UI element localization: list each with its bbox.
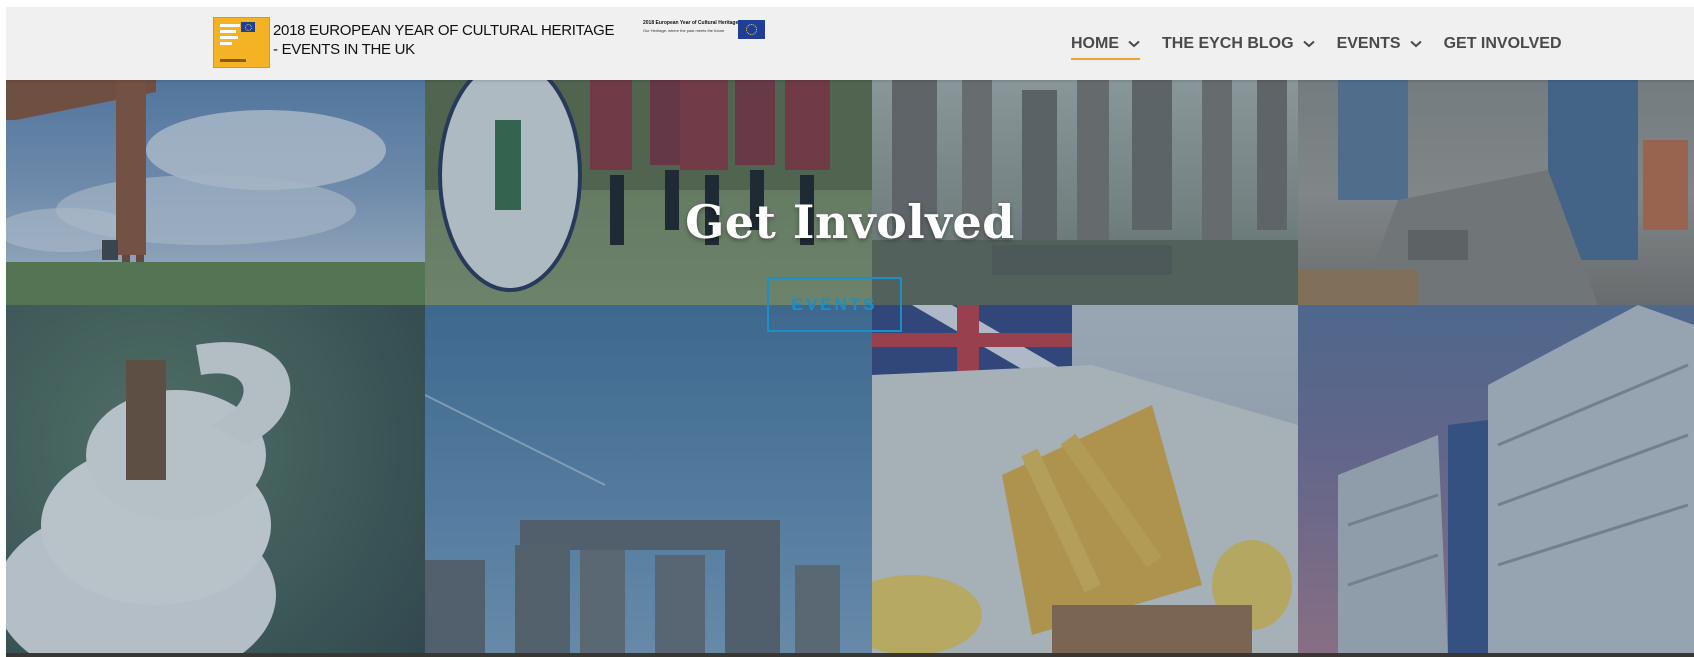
- chevron-down-icon: [1302, 40, 1315, 47]
- hero-image-grid: [6, 80, 1694, 657]
- eych-logo[interactable]: [213, 17, 270, 68]
- nav-item-get-involved[interactable]: GET INVOLVED: [1444, 7, 1562, 80]
- dig-site-photo: [1298, 80, 1694, 305]
- hero-bottom-edge: [6, 653, 1694, 657]
- chevron-down-icon: [1409, 40, 1422, 47]
- eych-banner-logo: 2018 European Year of Cultural Heritage …: [643, 20, 765, 42]
- pipe-band-photo: [425, 80, 872, 305]
- nav-item-events[interactable]: EVENTS: [1337, 7, 1422, 80]
- logo-tag: [220, 59, 246, 62]
- site-title[interactable]: 2018 EUROPEAN YEAR OF CULTURAL HERITAGE …: [273, 21, 615, 59]
- site-title-line-2: - EVENTS IN THE UK: [273, 41, 415, 58]
- logo-lettering: [220, 24, 240, 48]
- fish-and-chips-photo: [872, 305, 1298, 657]
- site-title-line-1: 2018 EUROPEAN YEAR OF CULTURAL HERITAGE: [273, 22, 615, 39]
- banner-logo-title: 2018 European Year of Cultural Heritage: [643, 20, 739, 26]
- banner-logo-tagline: Our Heritage: where the past meets the f…: [643, 28, 725, 33]
- angel-of-the-north-photo: [6, 80, 425, 305]
- titanic-belfast-photo: [1298, 305, 1694, 657]
- ice-cream-photo: [6, 305, 425, 657]
- main-nav: HOME THE EYCH BLOG EVENTS GET INVOLVED: [1071, 7, 1562, 80]
- page-frame: Get Involved EVENTS 2018 EUROPEAN YEAR O…: [6, 7, 1694, 657]
- nav-item-eych-blog[interactable]: THE EYCH BLOG: [1162, 7, 1315, 80]
- abbey-ruins-photo: [872, 80, 1298, 305]
- eu-flag-icon: [738, 20, 765, 39]
- events-button[interactable]: EVENTS: [767, 277, 902, 332]
- chevron-down-icon: [1128, 40, 1140, 47]
- site-header: 2018 EUROPEAN YEAR OF CULTURAL HERITAGE …: [6, 7, 1694, 80]
- nav-item-home[interactable]: HOME: [1071, 7, 1140, 80]
- eu-flag-icon: [241, 22, 255, 32]
- nav-item-label: HOME: [1071, 34, 1119, 52]
- stonehenge-photo: [425, 305, 872, 657]
- nav-item-label: EVENTS: [1336, 34, 1401, 52]
- nav-item-label: GET INVOLVED: [1443, 34, 1562, 52]
- nav-item-label: THE EYCH BLOG: [1162, 34, 1294, 52]
